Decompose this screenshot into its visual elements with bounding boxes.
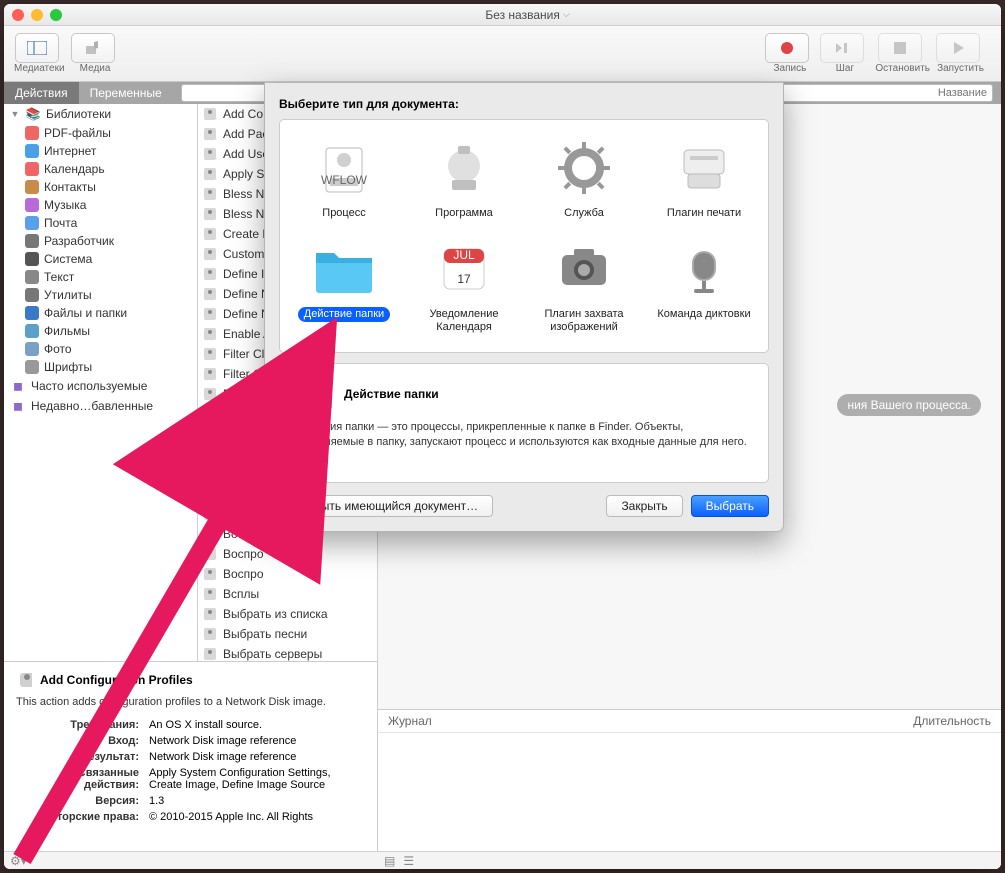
tab-actions[interactable]: Действия xyxy=(4,82,79,104)
titlebar: Без названия⌵ xyxy=(4,4,1001,26)
sidebar-item[interactable]: Почта xyxy=(4,214,197,232)
sidebar-item[interactable]: Текст xyxy=(4,268,197,286)
sidebar-item[interactable]: PDF-файлы xyxy=(4,124,197,142)
svg-text:WFLOW: WFLOW xyxy=(321,173,368,187)
info-title: Add Configuration Profiles xyxy=(40,673,193,687)
log-panel: ЖурналДлительность xyxy=(378,709,1001,869)
template-chooser-sheet: Выберите тип для документа: WFLOWПроцесс… xyxy=(264,82,784,532)
minimize-window[interactable] xyxy=(31,9,43,21)
sidebar-item[interactable]: Контакты xyxy=(4,178,197,196)
template-type[interactable]: JUL17Уведомление Календаря xyxy=(404,229,524,343)
template-grid: WFLOWПроцессПрограммаСлужбаПлагин печати… xyxy=(279,119,769,353)
run-button[interactable] xyxy=(936,33,980,63)
step-button[interactable] xyxy=(820,33,864,63)
zoom-window[interactable] xyxy=(50,9,62,21)
toolbar: Медиатеки Медиа Запись Шаг Остановить За… xyxy=(4,26,1001,82)
template-type[interactable]: Плагин захвата изображений xyxy=(524,229,644,343)
sheet-heading: Выберите тип для документа: xyxy=(279,97,769,111)
desc-title: Действие папки xyxy=(344,387,439,401)
sidebar-item[interactable]: Интернет xyxy=(4,142,197,160)
drop-hint: ния Вашего процесса. xyxy=(837,394,981,416)
log-footer: ▤ ☰ xyxy=(378,851,1001,869)
library-toggle-button[interactable] xyxy=(15,33,59,63)
template-type[interactable]: Действие папки xyxy=(284,229,404,343)
frequent-row[interactable]: ◼Часто используемые xyxy=(4,376,197,396)
record-label: Запись xyxy=(774,63,807,74)
record-button[interactable] xyxy=(765,33,809,63)
svg-text:17: 17 xyxy=(457,272,471,286)
template-type[interactable]: Служба xyxy=(524,128,644,229)
window-title: Без названия⌵ xyxy=(62,8,993,22)
template-description: Действие папки Действия папки — это проц… xyxy=(279,363,769,483)
sidebar-item[interactable]: Календарь xyxy=(4,160,197,178)
sidebar-item[interactable]: Разработчик xyxy=(4,232,197,250)
action-row[interactable]: Воспро xyxy=(198,544,377,564)
automator-icon xyxy=(16,672,32,688)
list-view-icon[interactable]: ▤ xyxy=(384,854,395,868)
step-label: Шаг xyxy=(836,63,854,74)
stop-label: Остановить xyxy=(875,63,930,74)
close-window[interactable] xyxy=(12,9,24,21)
sidebar-item[interactable]: Шрифты xyxy=(4,358,197,376)
stop-button[interactable] xyxy=(878,33,922,63)
log-header: ЖурналДлительность xyxy=(378,710,1001,733)
run-label: Запустить xyxy=(937,63,984,74)
close-button[interactable]: Закрыть xyxy=(606,495,682,517)
library-root[interactable]: ▼📚Библиотеки xyxy=(4,104,197,124)
chevron-down-icon: ⌵ xyxy=(563,9,570,20)
choose-button[interactable]: Выбрать xyxy=(691,495,769,517)
gear-icon[interactable]: ⚙︎▾ xyxy=(10,854,27,868)
sidebar-item[interactable]: Фильмы xyxy=(4,322,197,340)
footer-left: ⚙︎▾ xyxy=(4,851,378,869)
desc-body: Действия папки — это процессы, прикрепле… xyxy=(294,420,754,451)
sidebar-item[interactable]: Файлы и папки xyxy=(4,304,197,322)
info-table: Требования:An OS X install source.Вход:N… xyxy=(16,716,365,826)
action-row[interactable]: Всплы xyxy=(198,584,377,604)
action-info-panel: Add Configuration Profiles This action a… xyxy=(4,661,378,851)
sidebar-item[interactable]: Утилиты xyxy=(4,286,197,304)
automator-window: Без названия⌵ Медиатеки Медиа Запись Шаг… xyxy=(4,4,1001,869)
folder-icon xyxy=(294,378,334,410)
template-type[interactable]: Программа xyxy=(404,128,524,229)
sidebar-item[interactable]: Музыка xyxy=(4,196,197,214)
traffic-lights xyxy=(12,9,62,21)
template-type[interactable]: WFLOWПроцесс xyxy=(284,128,404,229)
sidebar-item[interactable]: Система xyxy=(4,250,197,268)
sheet-buttons: Открыть имеющийся документ… Закрыть Выбр… xyxy=(279,495,769,517)
action-row[interactable]: Выбрать из списка xyxy=(198,604,377,624)
recent-row[interactable]: ◼Недавно…бавленные xyxy=(4,396,197,416)
template-type[interactable]: Плагин печати xyxy=(644,128,764,229)
template-type[interactable]: Команда диктовки xyxy=(644,229,764,343)
action-row[interactable]: Воспро xyxy=(198,564,377,584)
open-existing-button[interactable]: Открыть имеющийся документ… xyxy=(279,495,493,517)
info-description: This action adds configuration profiles … xyxy=(16,696,365,708)
sidebar-item[interactable]: Фото xyxy=(4,340,197,358)
tab-variables[interactable]: Переменные xyxy=(79,82,173,104)
media-label: Медиа xyxy=(80,63,111,74)
svg-text:JUL: JUL xyxy=(453,248,475,262)
action-row[interactable]: Выбрать песни xyxy=(198,624,377,644)
outline-view-icon[interactable]: ☰ xyxy=(403,854,414,868)
library-label: Медиатеки xyxy=(14,63,65,74)
media-button[interactable] xyxy=(71,33,115,63)
